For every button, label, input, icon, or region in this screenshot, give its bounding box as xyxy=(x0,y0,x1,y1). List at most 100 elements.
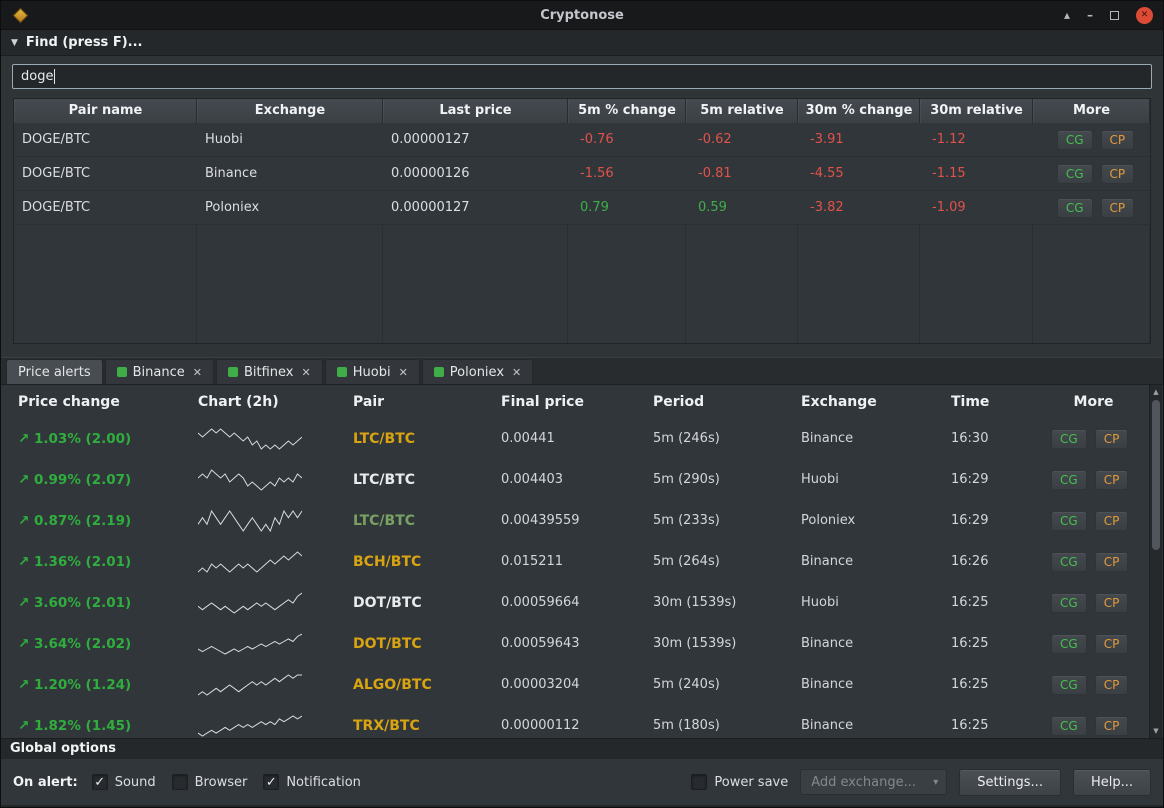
column-header[interactable]: Chart (2h) xyxy=(185,394,340,410)
alert-row[interactable]: ↗ 0.87% (2.19) LTC/BTC 0.00439559 5m (23… xyxy=(5,500,1149,541)
final-price-cell: 0.00439559 xyxy=(501,513,580,528)
keep-above-button[interactable]: ▴ xyxy=(1064,9,1070,21)
app-icon xyxy=(12,7,29,23)
column-header[interactable]: More xyxy=(1038,394,1149,410)
checkbox[interactable]: ✓ Notification xyxy=(263,774,361,790)
column-header[interactable]: 5m relative xyxy=(686,99,798,123)
final-price-cell: 0.00059643 xyxy=(501,636,580,651)
column-header[interactable]: Last price xyxy=(383,99,568,123)
coingecko-button[interactable]: CG xyxy=(1051,469,1087,490)
checkbox[interactable]: ✓ Sound xyxy=(91,774,156,790)
coingecko-button[interactable]: CG xyxy=(1051,428,1087,449)
pair-cell: DOT/BTC xyxy=(353,594,422,611)
alert-row[interactable]: ↗ 1.03% (2.00) LTC/BTC 0.00441 5m (246s)… xyxy=(5,418,1149,459)
coingecko-button[interactable]: CG xyxy=(1051,674,1087,695)
column-header[interactable]: Exchange xyxy=(197,99,383,123)
checkbox-box[interactable] xyxy=(171,774,188,790)
coingecko-button[interactable]: CG xyxy=(1051,510,1087,531)
alert-row[interactable]: ↗ 1.82% (1.45) TRX/BTC 0.00000112 5m (18… xyxy=(5,705,1149,738)
coingecko-button[interactable]: CG xyxy=(1051,592,1087,613)
exchange-cell: Binance xyxy=(801,636,854,651)
restore-button[interactable] xyxy=(1110,10,1119,20)
close-button[interactable]: ✕ xyxy=(1136,6,1153,24)
column-header[interactable]: Time xyxy=(938,394,1038,410)
pair-cell: LTC/BTC xyxy=(353,512,416,529)
alert-row[interactable]: ↗ 3.60% (2.01) DOT/BTC 0.00059664 30m (1… xyxy=(5,582,1149,623)
tab[interactable]: Poloniex ✕ xyxy=(421,359,534,384)
coinpaprika-button[interactable]: CP xyxy=(1094,592,1129,613)
checkbox-box[interactable] xyxy=(691,774,708,790)
column-header[interactable]: Period xyxy=(640,394,788,410)
coinpaprika-button[interactable]: CP xyxy=(1100,163,1135,184)
tab-close-icon[interactable]: ✕ xyxy=(512,366,521,379)
coingecko-button[interactable]: CG xyxy=(1056,163,1093,184)
checkbox-box[interactable]: ✓ xyxy=(91,774,108,790)
exchange-status-icon xyxy=(227,367,238,377)
column-header[interactable]: Price change xyxy=(5,394,185,410)
scroll-down-arrow[interactable]: ▼ xyxy=(1150,724,1162,738)
tab[interactable]: Price alerts xyxy=(6,359,103,384)
column-header[interactable]: Pair xyxy=(340,394,488,410)
alerts-scrollbar[interactable]: ▲ ▼ xyxy=(1149,385,1162,738)
more-cell: CG CP xyxy=(1038,633,1149,654)
pairs-table-row[interactable]: DOGE/BTC Binance 0.00000126 -1.56 -0.81 … xyxy=(14,157,1150,191)
coinpaprika-button[interactable]: CP xyxy=(1094,510,1129,531)
column-header[interactable]: Exchange xyxy=(788,394,938,410)
pairs-table-row[interactable]: DOGE/BTC Huobi 0.00000127 -0.76 -0.62 -3… xyxy=(14,123,1150,157)
coingecko-button[interactable]: CG xyxy=(1051,551,1087,572)
checkbox-box[interactable]: ✓ xyxy=(263,774,280,790)
coinpaprika-button[interactable]: CP xyxy=(1094,674,1129,695)
column-header[interactable]: Pair name xyxy=(14,99,197,123)
change-30m-cell: -3.91 xyxy=(810,132,844,147)
coingecko-button[interactable]: CG xyxy=(1051,633,1087,654)
time-cell: 16:29 xyxy=(951,513,989,528)
column-header[interactable]: 30m % change xyxy=(798,99,920,123)
tab-close-icon[interactable]: ✕ xyxy=(193,366,202,379)
settings-button[interactable]: Settings... xyxy=(959,768,1061,796)
find-panel-header[interactable]: ▼ Find (press F)... xyxy=(1,29,1163,56)
column-separator xyxy=(197,225,383,343)
coingecko-button[interactable]: CG xyxy=(1056,197,1093,218)
checkbox[interactable]: Power save xyxy=(691,774,788,790)
coinpaprika-button[interactable]: CP xyxy=(1094,551,1129,572)
column-separator xyxy=(1033,225,1150,343)
coingecko-button[interactable]: CG xyxy=(1051,715,1087,736)
price-change-cell: ↗ 1.03% (2.00) xyxy=(18,430,132,447)
coinpaprika-button[interactable]: CP xyxy=(1100,129,1135,150)
checkbox[interactable]: Browser xyxy=(171,774,247,790)
exchange-status-icon xyxy=(336,367,347,377)
coinpaprika-button[interactable]: CP xyxy=(1094,469,1129,490)
tab-close-icon[interactable]: ✕ xyxy=(302,366,311,379)
tab-label: Poloniex xyxy=(449,364,505,380)
exchange-cell: Binance xyxy=(801,718,854,733)
pairs-table-row[interactable]: DOGE/BTC Poloniex 0.00000127 0.79 0.59 -… xyxy=(14,191,1150,225)
alert-row[interactable]: ↗ 0.99% (2.07) LTC/BTC 0.004403 5m (290s… xyxy=(5,459,1149,500)
tab[interactable]: Bitfinex ✕ xyxy=(215,359,323,384)
coingecko-button[interactable]: CG xyxy=(1056,129,1093,150)
alert-row[interactable]: ↗ 3.64% (2.02) DOT/BTC 0.00059643 30m (1… xyxy=(5,623,1149,664)
tab[interactable]: Huobi ✕ xyxy=(324,359,420,384)
scrollbar-thumb[interactable] xyxy=(1152,400,1160,550)
alerts-table-header: Price change Chart (2h) Pair Final price Per… xyxy=(5,385,1149,418)
column-header[interactable]: 5m % change xyxy=(568,99,686,123)
tab[interactable]: Binance ✕ xyxy=(104,359,214,384)
tab-close-icon[interactable]: ✕ xyxy=(399,366,408,379)
pair-cell: LTC/BTC xyxy=(353,430,416,447)
help-button[interactable]: Help... xyxy=(1072,768,1151,796)
scroll-up-arrow[interactable]: ▲ xyxy=(1150,385,1162,399)
minimize-button[interactable]: – xyxy=(1087,9,1093,21)
alert-row[interactable]: ↗ 1.36% (2.01) BCH/BTC 0.015211 5m (264s… xyxy=(5,541,1149,582)
coinpaprika-button[interactable]: CP xyxy=(1094,633,1129,654)
coinpaprika-button[interactable]: CP xyxy=(1094,428,1129,449)
column-header[interactable]: 30m relative xyxy=(920,99,1033,123)
alerts-table-body: ↗ 1.03% (2.00) LTC/BTC 0.00441 5m (246s)… xyxy=(5,418,1149,738)
pair-name-cell: DOGE/BTC xyxy=(22,132,91,147)
coinpaprika-button[interactable]: CP xyxy=(1100,197,1135,218)
more-cell: CG CP xyxy=(1038,469,1149,490)
alert-row[interactable]: ↗ 1.20% (1.24) ALGO/BTC 0.00003204 5m (2… xyxy=(5,664,1149,705)
column-header[interactable]: Final price xyxy=(488,394,640,410)
column-header[interactable]: More xyxy=(1033,99,1150,123)
add-exchange-dropdown[interactable]: Add exchange... ▾ xyxy=(800,769,948,795)
search-input[interactable]: doge xyxy=(12,64,1152,89)
coinpaprika-button[interactable]: CP xyxy=(1094,715,1129,736)
